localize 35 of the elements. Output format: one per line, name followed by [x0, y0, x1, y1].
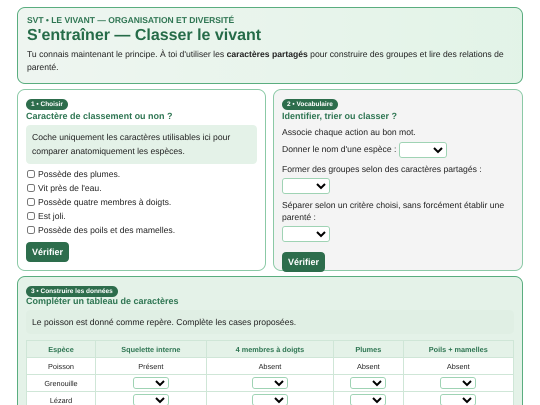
checkbox[interactable]	[27, 198, 35, 206]
dropdown[interactable]	[132, 394, 169, 405]
option-label: Possède quatre membres à doigts.	[38, 196, 172, 207]
hint-text: Le poisson est donné comme repère. Complète les cases proposées.	[26, 310, 514, 334]
checkbox[interactable]	[27, 226, 35, 234]
question-text: Former des groupes selon des caractères partagés :	[282, 162, 482, 176]
question-text: Séparer selon un critère choisi, sans forcément établir une parenté :	[282, 198, 506, 224]
checkbox[interactable]	[27, 184, 35, 192]
dropdown[interactable]	[282, 178, 330, 194]
dropdown[interactable]	[440, 377, 476, 390]
checkbox[interactable]	[27, 212, 35, 220]
dropdown[interactable]	[132, 377, 169, 390]
page-title: S'entraîner — Classer le vivant	[27, 27, 262, 45]
dropdown[interactable]	[399, 142, 448, 158]
verify-button[interactable]: Vérifier	[282, 252, 326, 272]
exercise-title: Compléter un tableau de caractères	[26, 296, 180, 306]
option-label: Possède des plumes.	[38, 168, 120, 179]
exercise-title: Identifier, trier ou classer ?	[282, 110, 398, 121]
option-label: Vit près de l'eau.	[38, 182, 102, 193]
checkbox[interactable]	[27, 170, 35, 178]
dropdown[interactable]	[350, 377, 386, 390]
section-kicker: SVT • LE VIVANT — ORGANISATION ET DIVERSITÉ	[27, 15, 236, 25]
question-text: Donner le nom d'une espèce :	[282, 143, 396, 156]
option-label: Est joli.	[38, 210, 66, 221]
dropdown[interactable]	[252, 394, 288, 405]
hint-text: Coche uniquement les caractères utilisables ici pour comparer anatomiquement les espèces.	[26, 124, 257, 164]
dropdown[interactable]	[350, 394, 386, 405]
dropdown[interactable]	[282, 226, 330, 242]
verify-button[interactable]: Vérifier	[26, 242, 70, 262]
instruction-text: Associe chaque action au bon mot.	[282, 126, 416, 137]
option-label: Possède des poils et des mamelles.	[38, 224, 176, 235]
exercise-title: Caractère de classement ou non ?	[26, 110, 173, 121]
dropdown[interactable]	[440, 394, 476, 405]
dropdown[interactable]	[252, 377, 288, 390]
intro-text: Tu connais maintenant le principe. À toi d'utiliser les caractères partagés pour construire des groupes et lire des relations de parenté.	[27, 48, 505, 74]
